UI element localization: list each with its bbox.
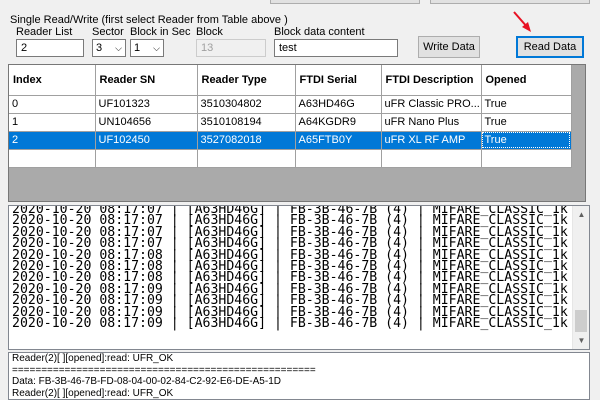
scroll-down-icon[interactable]: ▼	[573, 332, 589, 349]
cell-reader-sn[interactable]: UN104656	[95, 113, 198, 132]
chevron-down-icon: ⌵	[115, 43, 122, 53]
cell-index[interactable]: 1	[9, 113, 96, 132]
block-in-sec-label: Block in Sec	[130, 26, 191, 38]
cell-ftdi-serial[interactable]: A64KGDR9	[295, 113, 382, 132]
cell-empty[interactable]	[381, 149, 482, 168]
status-line: ========================================…	[12, 364, 316, 376]
cell-empty[interactable]	[197, 149, 296, 168]
reader-table-grid: Index Reader SN Reader Type FTDI Serial …	[9, 65, 572, 168]
cell-ftdi-serial[interactable]: A65FTB0Y	[295, 131, 382, 150]
red-arrow-icon	[513, 11, 531, 32]
block-label: Block	[196, 26, 223, 38]
status-lines: Reader(2)[ ][opened]:read: UFR_OK =======…	[12, 353, 316, 399]
read-data-button[interactable]: Read Data	[516, 36, 584, 58]
cell-index[interactable]: 0	[9, 95, 96, 114]
block-in-sec-value: 1	[134, 42, 141, 54]
table-row[interactable]: 0 UF101323 3510304802 A63HD46G uFR Class…	[9, 95, 572, 114]
cell-opened[interactable]: True	[481, 95, 572, 114]
scroll-up-icon[interactable]: ▲	[573, 206, 589, 223]
log-line: 2020-10-20 08:17:09 | [A63HD46G] | FB-3B…	[12, 316, 568, 332]
reader-list-label: Reader List	[16, 26, 73, 38]
col-reader-sn-header[interactable]: Reader SN	[95, 65, 198, 96]
cell-empty[interactable]	[95, 149, 198, 168]
col-ftdi-description-header[interactable]: FTDI Description	[381, 65, 482, 96]
scroll-thumb[interactable]	[575, 310, 587, 332]
col-opened-header[interactable]: Opened	[481, 65, 572, 96]
cell-reader-type[interactable]: 3510108194	[197, 113, 296, 132]
cell-opened[interactable]: True	[481, 113, 572, 132]
table-row-selected[interactable]: 2 UF102450 3527082018 A65FTB0Y uFR XL RF…	[9, 131, 572, 150]
chevron-down-icon: ⌵	[153, 43, 160, 53]
log-scrollbar[interactable]: ▲ ▼	[572, 206, 589, 349]
reader-list-field[interactable]: 2	[16, 39, 84, 57]
cell-ftdi-serial[interactable]: A63HD46G	[295, 95, 382, 114]
reader-table: Index Reader SN Reader Type FTDI Serial …	[8, 64, 586, 202]
log-lines: 2020-10-20 08:17:07 | [A63HD46G] | FB-3B…	[12, 206, 568, 332]
col-reader-type-header[interactable]: Reader Type	[197, 65, 296, 96]
block-data-content-label: Block data content	[274, 26, 365, 38]
table-header-row: Index Reader SN Reader Type FTDI Serial …	[9, 65, 572, 96]
cell-ftdi-description[interactable]: uFR XL RF AMP	[381, 131, 482, 150]
top-button-left[interactable]	[270, 0, 420, 4]
top-button-right[interactable]	[430, 0, 590, 4]
status-line: Reader(2)[ ][opened]:read: UFR_OK	[12, 353, 174, 364]
section-title: Single Read/Write (first select Reader f…	[10, 14, 288, 26]
cell-reader-sn[interactable]: UF102450	[95, 131, 198, 150]
write-data-button[interactable]: Write Data	[418, 36, 480, 58]
cell-reader-type[interactable]: 3527082018	[197, 131, 296, 150]
block-in-sec-select[interactable]: 1 ⌵	[130, 39, 164, 57]
col-index-header[interactable]: Index	[9, 65, 96, 96]
cell-empty[interactable]	[481, 149, 572, 168]
cell-reader-type[interactable]: 3510304802	[197, 95, 296, 114]
cell-empty[interactable]	[9, 149, 96, 168]
log-textbox[interactable]: 2020-10-20 08:17:07 | [A63HD46G] | FB-3B…	[8, 205, 590, 350]
table-row-new[interactable]	[9, 149, 572, 168]
sector-label: Sector	[92, 26, 124, 38]
block-field: 13	[196, 39, 266, 57]
table-row[interactable]: 1 UN104656 3510108194 A64KGDR9 uFR Nano …	[9, 113, 572, 132]
cell-ftdi-description[interactable]: uFR Classic PRO...	[381, 95, 482, 114]
cell-empty[interactable]	[295, 149, 382, 168]
block-data-content-field[interactable]: test	[274, 39, 398, 57]
cell-reader-sn[interactable]: UF101323	[95, 95, 198, 114]
cell-opened[interactable]: True	[481, 131, 572, 150]
cell-index[interactable]: 2	[9, 131, 96, 150]
status-line: Reader(2)[ ][opened]:read: UFR_OK	[12, 387, 174, 399]
status-textbox[interactable]: Reader(2)[ ][opened]:read: UFR_OK =======…	[8, 352, 590, 400]
cell-ftdi-description[interactable]: uFR Nano Plus	[381, 113, 482, 132]
status-line: Data: FB-3B-46-7B-FD-08-04-00-02-84-C2-9…	[12, 376, 281, 387]
sector-value: 3	[96, 42, 103, 54]
sector-select[interactable]: 3 ⌵	[92, 39, 126, 57]
col-ftdi-serial-header[interactable]: FTDI Serial	[295, 65, 382, 96]
